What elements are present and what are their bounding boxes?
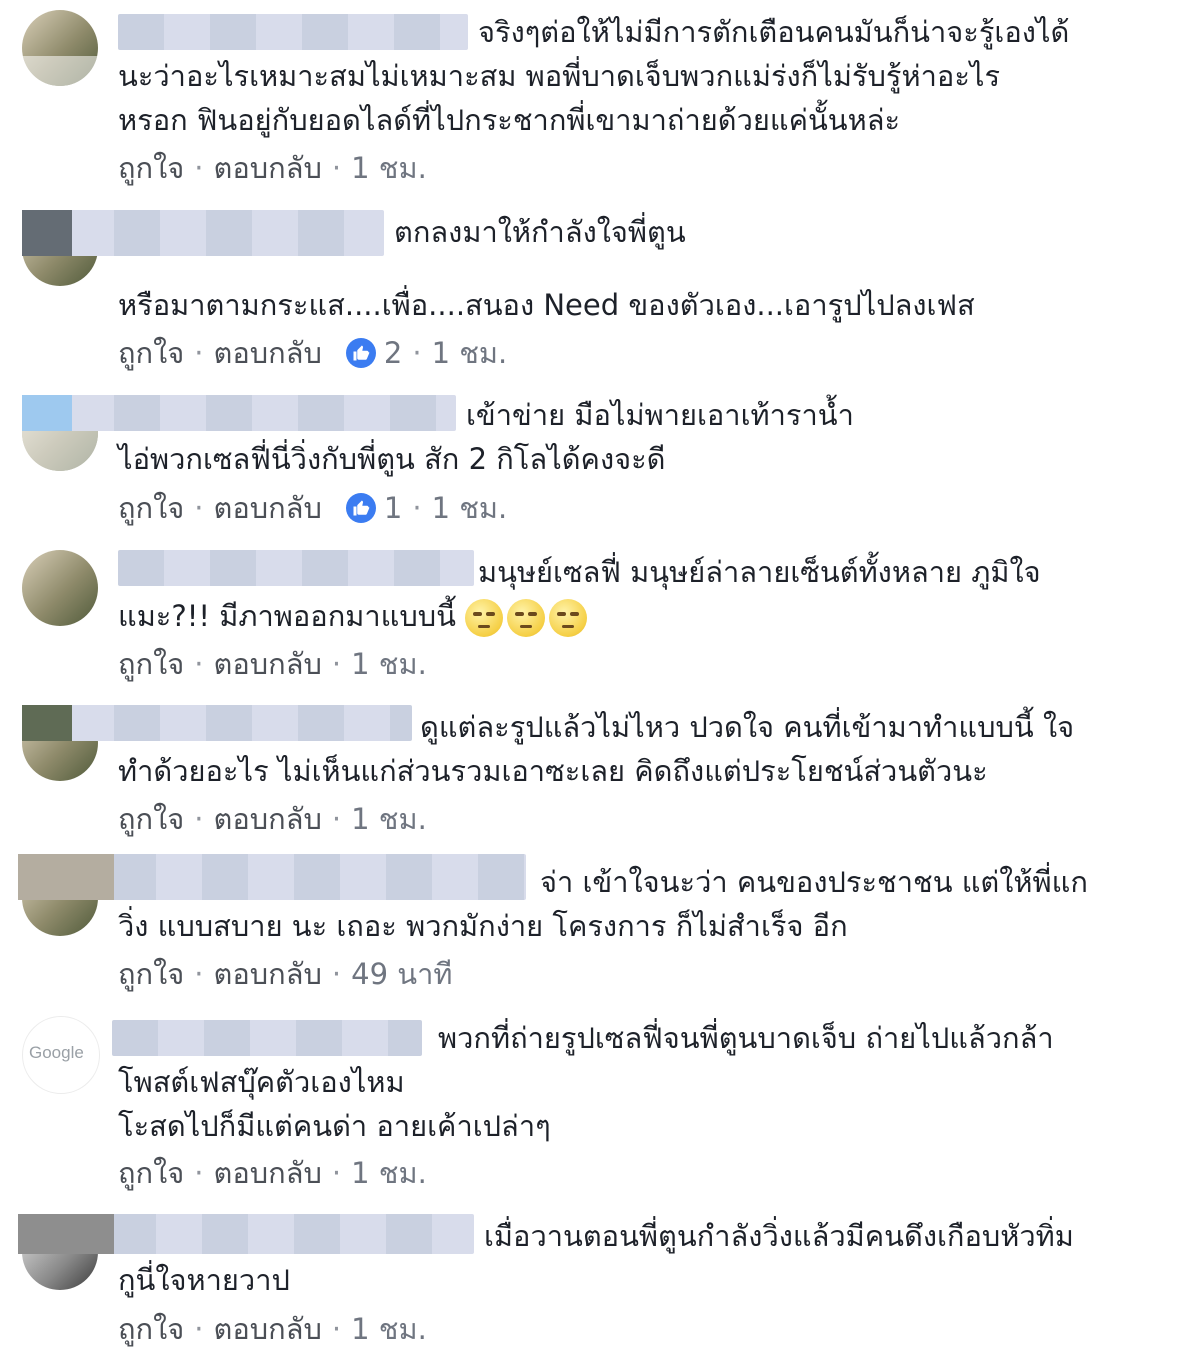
separator-dot: · xyxy=(331,1156,342,1190)
comment-text: จ่า เข้าใจนะว่า คนของประชาชน แต่ให้พี่แก… xyxy=(118,865,1088,943)
blurred-author-name[interactable] xyxy=(22,210,384,256)
avatar[interactable] xyxy=(22,10,98,86)
like-link[interactable]: ถูกใจ xyxy=(118,145,184,191)
avatar[interactable] xyxy=(22,550,98,626)
like-link[interactable]: ถูกใจ xyxy=(118,951,184,997)
separator-dot: · xyxy=(194,491,204,525)
comment-text: มนุษย์เซลฟี่ มนุษย์ล่าลายเซ็นต์ทั้งหลาย … xyxy=(118,550,1140,638)
separator-dot: · xyxy=(194,957,204,991)
comment-time[interactable]: 1 ชม. xyxy=(432,485,508,531)
comment-meta: ถูกใจ · ตอบกลับ · 1 ชม. xyxy=(118,799,427,839)
like-link[interactable]: ถูกใจ xyxy=(118,485,184,531)
reply-link[interactable]: ตอบกลับ xyxy=(214,1306,322,1352)
comment-text: เมื่อวานตอนพี่ตูนกำลังวิ่งแล้วมีคนดึงเกื… xyxy=(118,1219,1074,1297)
comment-time[interactable]: 1 ชม. xyxy=(351,1306,427,1352)
comment-text: จริงๆต่อให้ไม่มีการตักเตือนคนมันก็น่าจะร… xyxy=(118,15,1070,137)
avatar[interactable]: Google xyxy=(22,1016,100,1094)
comment-meta: ถูกใจ · ตอบกลับ · 49 นาที xyxy=(118,954,452,994)
comment-text: ดูแต่ละรูปแล้วไม่ไหว ปวดใจ คนที่เข้ามาทำ… xyxy=(118,710,1075,788)
reaction-count[interactable]: 2 xyxy=(384,336,402,370)
avatar-label: Google xyxy=(29,1043,84,1062)
thumbs-up-icon[interactable] xyxy=(345,338,376,368)
thumbs-up-icon[interactable] xyxy=(345,493,376,523)
comment-time[interactable]: 1 ชม. xyxy=(351,145,427,191)
separator-dot: · xyxy=(194,1312,204,1346)
comment-text: พวกที่ถ่ายรูปเซลฟี่จนพี่ตูนบาดเจ็บ ถ่ายไ… xyxy=(118,1021,1054,1143)
comment-text-continued: หรือมาตามกระแส....เพื่อ....สนอง Need ของ… xyxy=(118,288,975,322)
reply-link[interactable]: ตอบกลับ xyxy=(214,951,322,997)
like-link[interactable]: ถูกใจ xyxy=(118,641,184,687)
comment-time[interactable]: 1 ชม. xyxy=(432,330,508,376)
comment-meta: ถูกใจ · ตอบกลับ · 1 ชม. xyxy=(118,148,427,188)
comment-time[interactable]: 1 ชม. xyxy=(351,796,427,842)
like-link[interactable]: ถูกใจ xyxy=(118,1306,184,1352)
reply-link[interactable]: ตอบกลับ xyxy=(214,641,322,687)
separator-dot: · xyxy=(331,151,342,185)
like-link[interactable]: ถูกใจ xyxy=(118,1150,184,1196)
reaction-count[interactable]: 1 xyxy=(384,491,402,525)
separator-dot: · xyxy=(194,1156,204,1190)
separator-dot: · xyxy=(194,647,204,681)
comment-meta: ถูกใจ · ตอบกลับ 1 · 1 ชม. xyxy=(118,488,507,528)
comment-time[interactable]: 1 ชม. xyxy=(351,1150,427,1196)
separator-dot: · xyxy=(331,1312,342,1346)
separator-dot: · xyxy=(194,151,204,185)
like-link[interactable]: ถูกใจ xyxy=(118,330,184,376)
separator-dot: · xyxy=(412,336,422,370)
reply-link[interactable]: ตอบกลับ xyxy=(214,796,322,842)
separator-dot: · xyxy=(331,647,342,681)
separator-dot: · xyxy=(331,957,342,991)
like-link[interactable]: ถูกใจ xyxy=(118,796,184,842)
comment-time[interactable]: 49 นาที xyxy=(351,951,452,997)
separator-dot: · xyxy=(331,802,342,836)
rolling-eyes-emoji-icon xyxy=(465,599,504,637)
separator-dot: · xyxy=(194,802,204,836)
comment-meta: ถูกใจ · ตอบกลับ · 1 ชม. xyxy=(118,644,427,684)
separator-dot: · xyxy=(194,336,204,370)
comment-text: เข้าข่าย มือไม่พายเอาเท้าราน้ำ ไอ่พวกเซล… xyxy=(118,398,854,476)
comment-meta: ถูกใจ · ตอบกลับ · 1 ชม. xyxy=(118,1153,427,1193)
comment-meta: ถูกใจ · ตอบกลับ · 1 ชม. xyxy=(118,1309,427,1349)
reply-link[interactable]: ตอบกลับ xyxy=(214,145,322,191)
reply-link[interactable]: ตอบกลับ xyxy=(214,1150,322,1196)
comment-text: ตกลงมาให้กำลังใจพี่ตูน xyxy=(394,215,686,249)
rolling-eyes-emoji-icon xyxy=(549,599,588,637)
rolling-eyes-emoji-icon xyxy=(507,599,546,637)
separator-dot: · xyxy=(412,491,422,525)
reply-link[interactable]: ตอบกลับ xyxy=(214,485,322,531)
comment-time[interactable]: 1 ชม. xyxy=(351,641,427,687)
reply-link[interactable]: ตอบกลับ xyxy=(214,330,322,376)
comment-meta: ถูกใจ · ตอบกลับ 2 · 1 ชม. xyxy=(118,333,507,373)
